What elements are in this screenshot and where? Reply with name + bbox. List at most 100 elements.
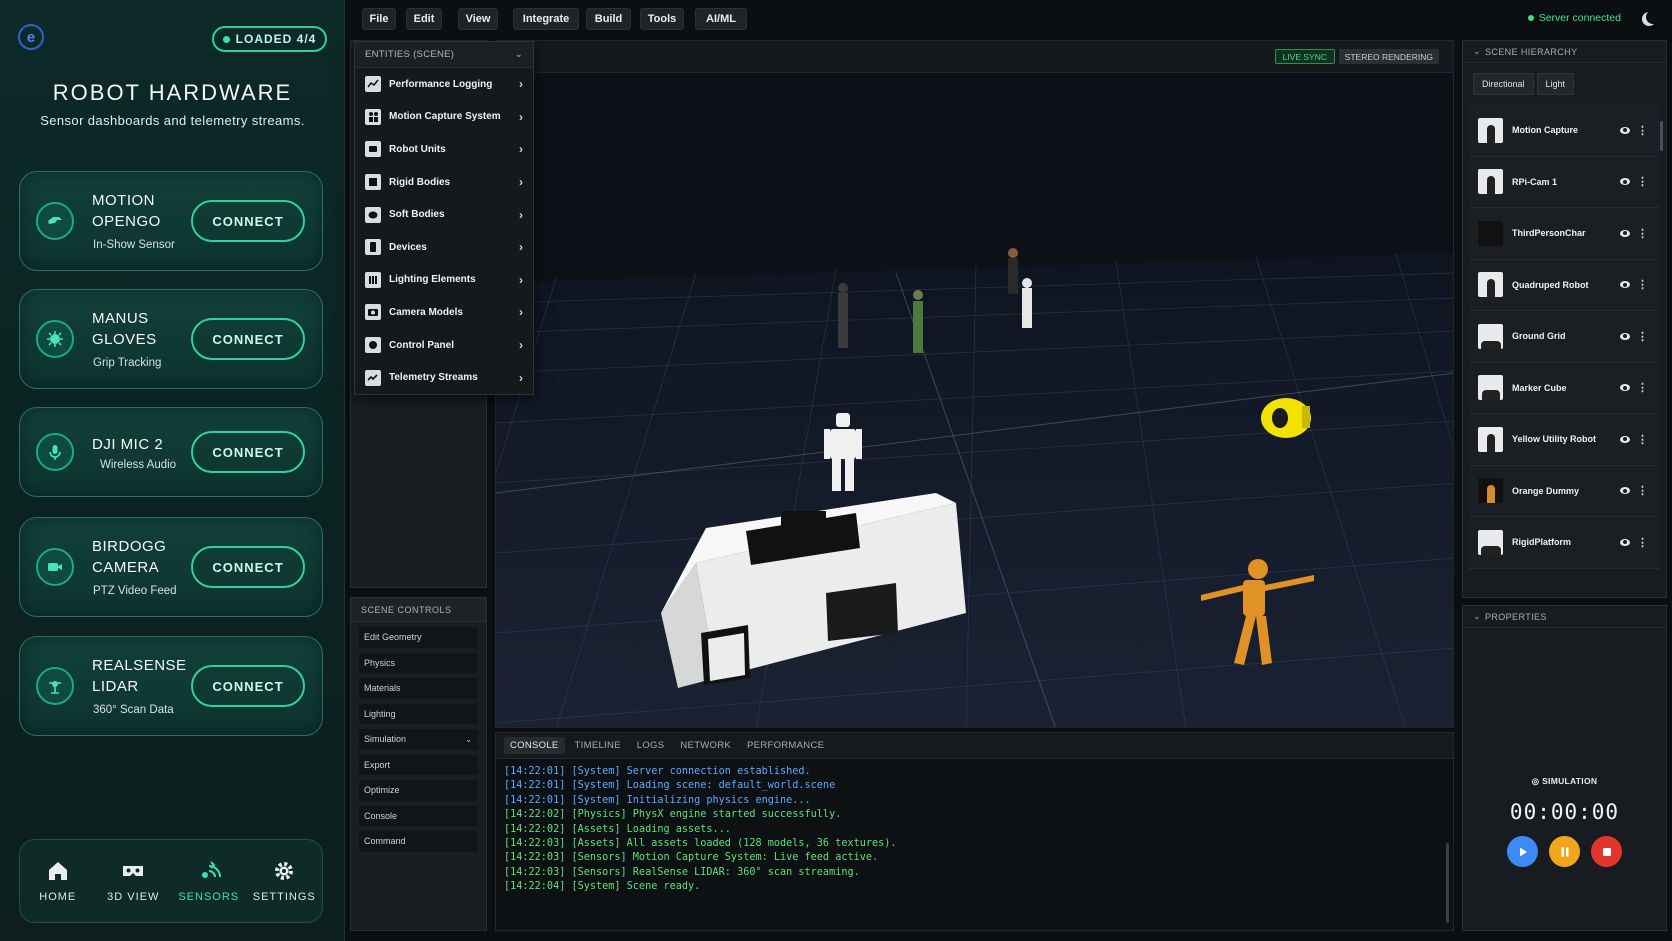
theme-toggle-moon-icon[interactable] [1646, 10, 1660, 24]
app-root: e LOADED 4/4 ROBOT HARDWARE Sensor dashb… [0, 0, 1672, 941]
3d-viewport[interactable]: LIVE SYNC STEREO RENDERING [495, 40, 1454, 728]
hierarchy-item[interactable]: ThirdPersonChar ⋮ [1469, 208, 1660, 260]
sc-simulation[interactable]: Simulation ⌄ [359, 729, 478, 750]
cube-icon [365, 174, 381, 191]
entity-telemetry[interactable]: Telemetry Streams › [355, 361, 533, 394]
hierarchy-scrollbar[interactable] [1660, 121, 1663, 151]
entity-rigid-bodies[interactable]: Rigid Bodies › [355, 166, 533, 199]
visibility-eye-icon[interactable] [1620, 281, 1630, 289]
tab-performance[interactable]: PERFORMANCE [741, 737, 830, 754]
visibility-eye-icon[interactable] [1620, 384, 1630, 392]
more-vertical-icon[interactable]: ⋮ [1637, 536, 1648, 549]
entity-devices[interactable]: Devices › [355, 231, 533, 264]
entity-label: Lighting Elements [389, 274, 476, 286]
console-scrollbar[interactable] [1446, 843, 1449, 923]
visibility-eye-icon[interactable] [1620, 178, 1630, 186]
entity-camera-models[interactable]: Camera Models › [355, 296, 533, 329]
live-sync-badge[interactable]: LIVE SYNC [1274, 49, 1335, 64]
device-name: REALSENSE LIDAR [92, 657, 187, 695]
thumbnail [1478, 220, 1503, 246]
hierarchy-item[interactable]: RPi-Cam 1 ⋮ [1469, 156, 1660, 208]
hierarchy-item[interactable]: Yellow Utility Robot ⋮ [1469, 414, 1660, 466]
sc-lighting[interactable]: Lighting [359, 703, 478, 724]
hierarchy-item[interactable]: Orange Dummy ⋮ [1469, 465, 1660, 517]
visibility-eye-icon[interactable] [1620, 487, 1630, 495]
sc-command[interactable]: Command [359, 831, 478, 852]
menu-tools[interactable]: Tools [640, 8, 684, 30]
console-output: [14:22:01] [System] Server connection es… [496, 759, 1453, 901]
device-card-birdogg-camera: BIRDOGG CAMERA PTZ Video Feed CONNECT [19, 517, 323, 617]
menu-ai-ml[interactable]: AI/ML [695, 8, 747, 30]
entity-label: Camera Models [389, 306, 463, 318]
more-vertical-icon[interactable]: ⋮ [1637, 124, 1648, 137]
chevron-down-icon: ⌄ [1473, 611, 1481, 621]
more-vertical-icon[interactable]: ⋮ [1637, 484, 1648, 497]
visibility-eye-icon[interactable] [1620, 126, 1630, 134]
nav-3d-view[interactable]: 3D VIEW [98, 859, 168, 903]
tab-timeline[interactable]: TIMELINE [569, 737, 627, 754]
more-vertical-icon[interactable]: ⋮ [1637, 278, 1648, 291]
thumbnail [1478, 375, 1503, 401]
hierarchy-item[interactable]: Motion Capture ⋮ [1469, 105, 1660, 157]
entities-dropdown: ENTITIES (SCENE) ⌄ Performance Logging ›… [354, 41, 534, 395]
pause-icon [1561, 847, 1568, 856]
entity-soft-bodies[interactable]: Soft Bodies › [355, 198, 533, 231]
more-vertical-icon[interactable]: ⋮ [1637, 175, 1648, 188]
more-vertical-icon[interactable]: ⋮ [1637, 330, 1648, 343]
sc-optimize[interactable]: Optimize [359, 780, 478, 801]
tab-network[interactable]: NETWORK [674, 737, 737, 754]
connect-button[interactable]: CONNECT [191, 431, 305, 473]
hierarchy-item[interactable]: Quadruped Robot ⋮ [1469, 259, 1660, 311]
nav-settings[interactable]: SETTINGS [249, 859, 319, 903]
properties-header[interactable]: ⌄ PROPERTIES [1463, 606, 1666, 628]
connect-button[interactable]: CONNECT [191, 546, 305, 588]
tab-logs[interactable]: LOGS [631, 737, 671, 754]
app-logo-icon[interactable]: e [18, 24, 44, 50]
tab-light[interactable]: Light [1536, 73, 1575, 95]
nav-home[interactable]: HOME [23, 859, 93, 903]
device-subtitle: 360° Scan Data [93, 704, 174, 716]
entity-performance-logging[interactable]: Performance Logging › [355, 68, 533, 101]
scene-hierarchy-header[interactable]: ⌄ SCENE HIERARCHY [1463, 41, 1666, 63]
more-vertical-icon[interactable]: ⋮ [1637, 227, 1648, 240]
hierarchy-item[interactable]: RigidPlatform ⋮ [1469, 517, 1660, 569]
entities-header[interactable]: ENTITIES (SCENE) ⌄ [355, 42, 533, 68]
visibility-eye-icon[interactable] [1620, 435, 1630, 443]
entity-robot-units[interactable]: Robot Units › [355, 133, 533, 166]
tab-console[interactable]: CONSOLE [504, 737, 565, 754]
stereo-rendering-button[interactable]: STEREO RENDERING [1338, 49, 1439, 64]
pause-button[interactable] [1549, 836, 1580, 867]
visibility-eye-icon[interactable] [1620, 332, 1630, 340]
play-button[interactable] [1507, 836, 1538, 867]
menu-build[interactable]: Build [586, 8, 631, 30]
sensors-icon [201, 861, 221, 878]
entity-lighting[interactable]: Lighting Elements › [355, 264, 533, 297]
menu-integrate[interactable]: Integrate [513, 8, 579, 30]
connect-button[interactable]: CONNECT [191, 665, 305, 707]
entity-control-panel[interactable]: Control Panel › [355, 329, 533, 362]
sc-edit-geometry[interactable]: Edit Geometry [359, 627, 478, 648]
connect-button[interactable]: CONNECT [191, 200, 305, 242]
visibility-eye-icon[interactable] [1620, 538, 1630, 546]
sc-console[interactable]: Console [359, 805, 478, 826]
tab-directional[interactable]: Directional [1473, 73, 1534, 95]
vr-headset-icon [123, 866, 144, 876]
connect-button[interactable]: CONNECT [191, 318, 305, 360]
hierarchy-item[interactable]: Ground Grid ⋮ [1469, 311, 1660, 363]
sc-export[interactable]: Export [359, 754, 478, 775]
menu-edit[interactable]: Edit [406, 8, 442, 30]
stop-button[interactable] [1591, 836, 1622, 867]
hierarchy-item[interactable]: Marker Cube ⋮ [1469, 362, 1660, 414]
menu-file[interactable]: File [362, 8, 396, 30]
menu-view[interactable]: View [458, 8, 498, 30]
entity-motion-capture[interactable]: Motion Capture System › [355, 101, 533, 134]
sc-physics[interactable]: Physics [359, 652, 478, 673]
more-vertical-icon[interactable]: ⋮ [1637, 381, 1648, 394]
sc-materials[interactable]: Materials [359, 678, 478, 699]
sc-label: Materials [364, 683, 401, 694]
entity-label: Devices [389, 241, 427, 253]
more-vertical-icon[interactable]: ⋮ [1637, 433, 1648, 446]
nav-sensors[interactable]: SENSORS [174, 859, 244, 903]
visibility-eye-icon[interactable] [1620, 229, 1630, 237]
chevron-right-icon: › [519, 338, 523, 353]
